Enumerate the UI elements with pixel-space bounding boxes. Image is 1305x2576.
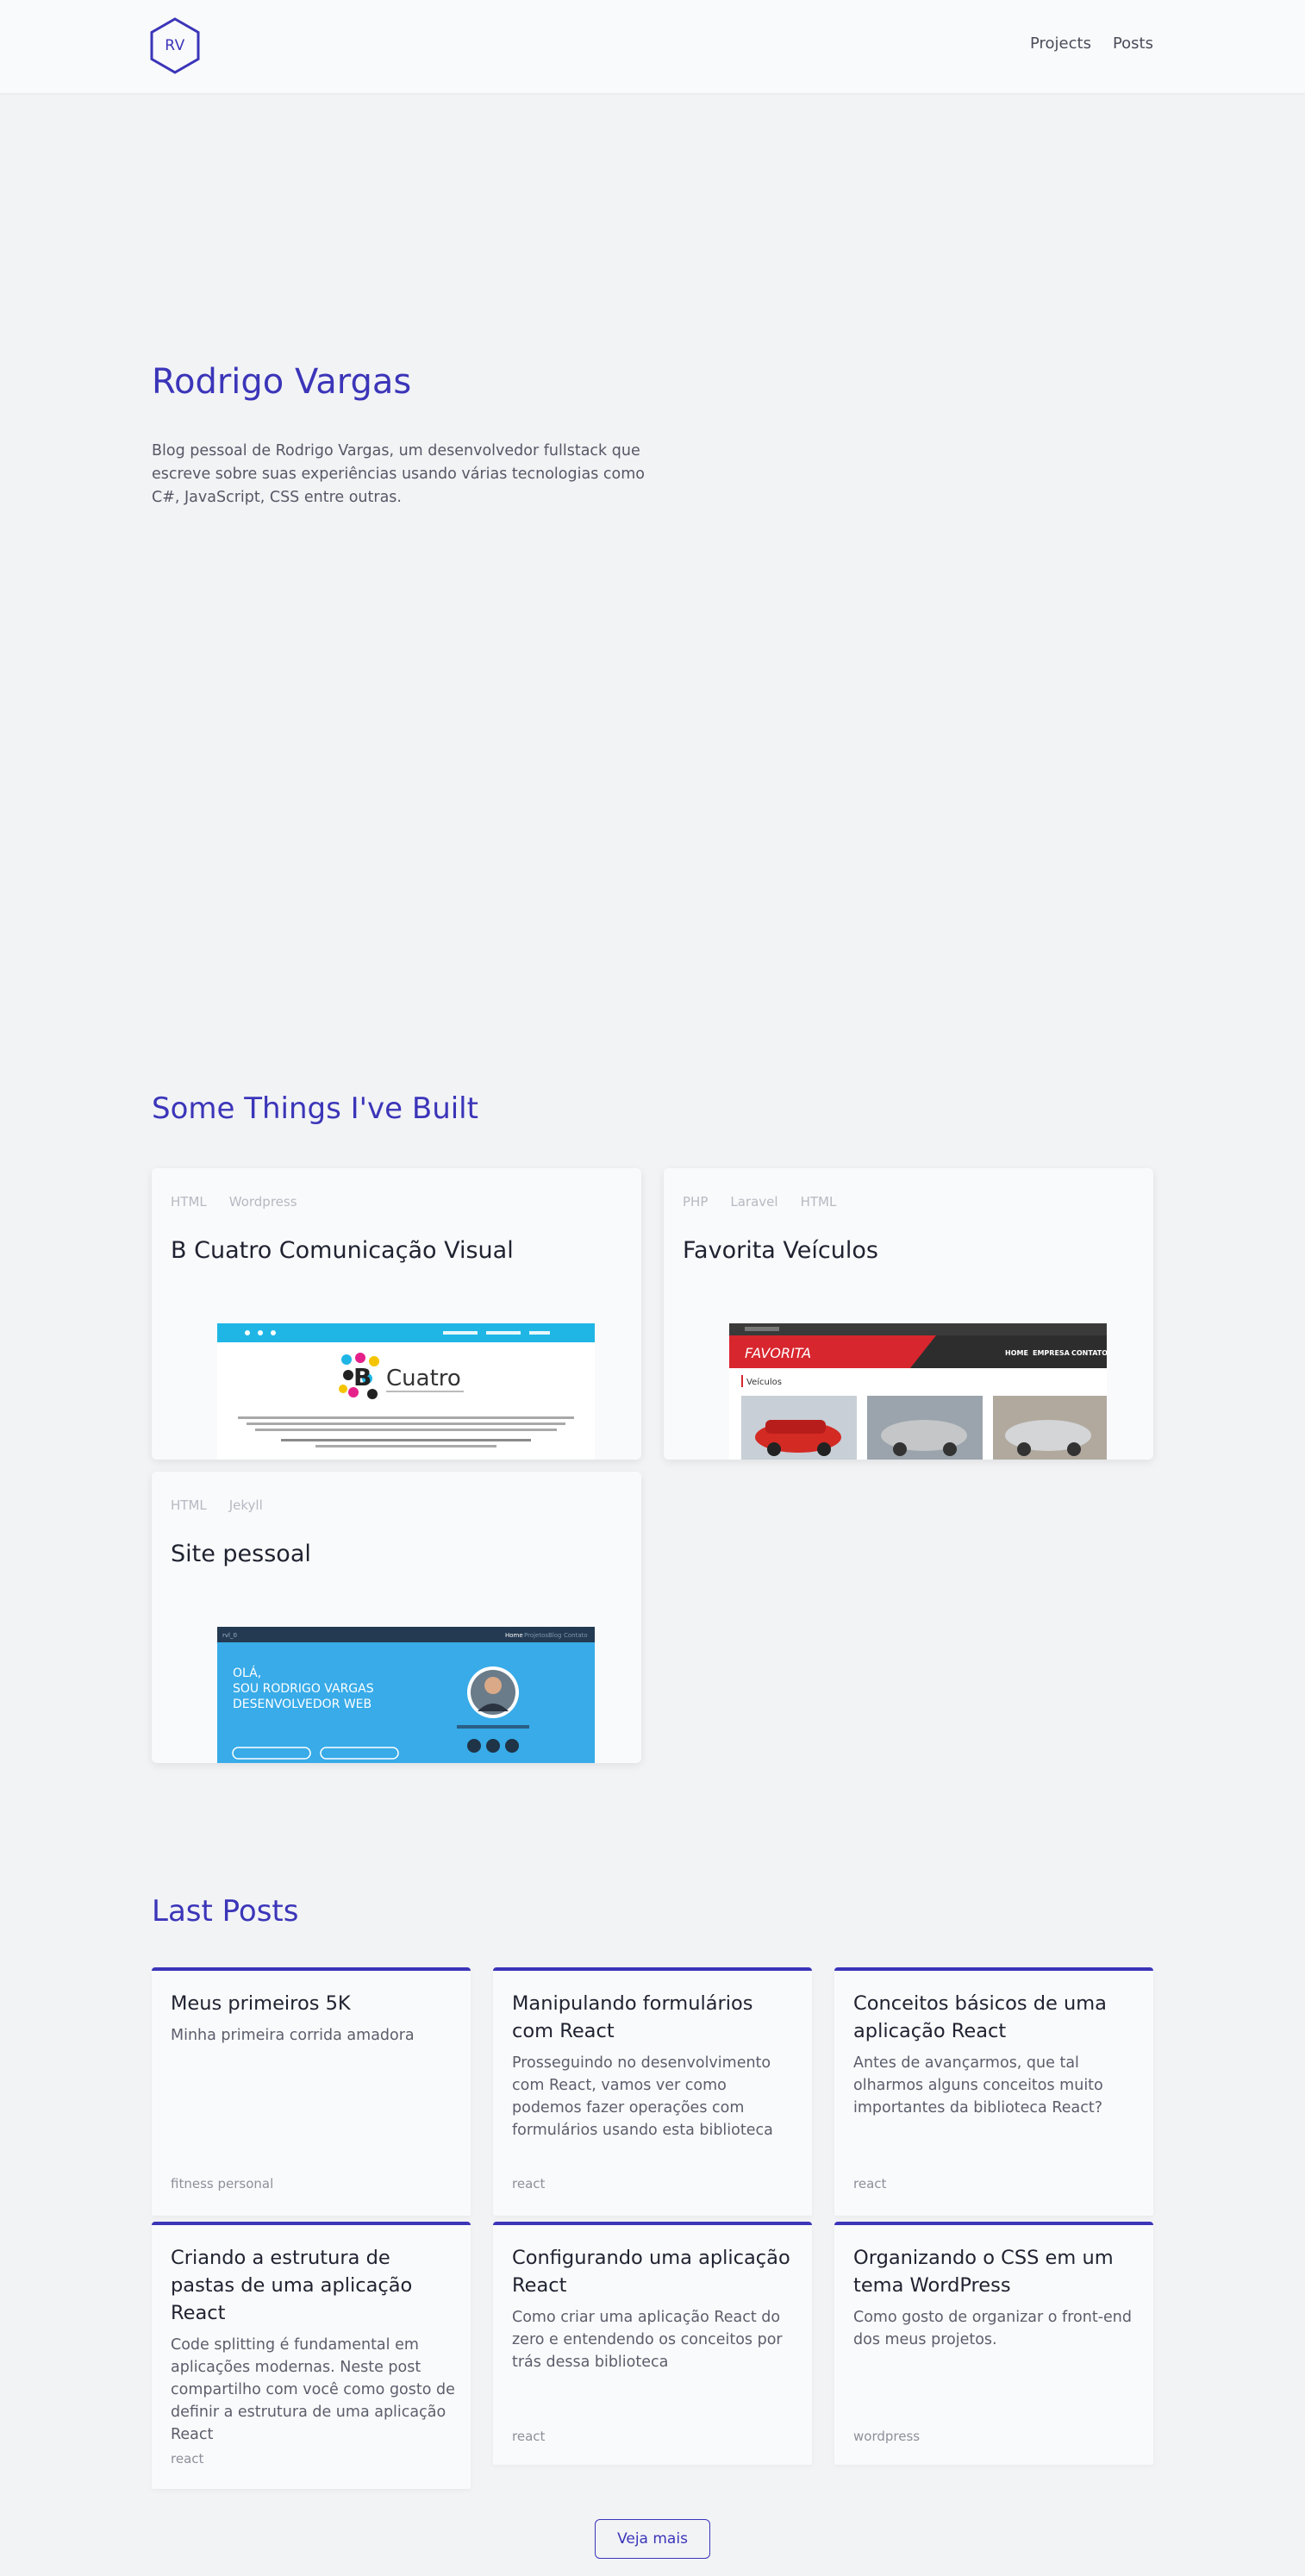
svg-text:rvl_0: rvl_0 [222, 1632, 237, 1639]
post-card[interactable]: Manipulando formulários com React Prosse… [493, 1967, 812, 2216]
project-card[interactable]: HTML Wordpress B Cuatro Comunicação Visu… [152, 1168, 641, 1460]
project-screenshot: FAVORITA HOME EMPRESA CONTATO Veículos [729, 1323, 1107, 1460]
project-title: B Cuatro Comunicação Visual [171, 1237, 514, 1264]
project-tags: PHP Laravel HTML [683, 1194, 836, 1210]
svg-text:OLÁ,: OLÁ, [233, 1666, 261, 1680]
svg-text:B: B [353, 1363, 372, 1391]
logo-text: RV [165, 37, 185, 54]
project-tag: HTML [171, 1497, 207, 1513]
logo-link[interactable]: RV [150, 17, 200, 74]
project-card[interactable]: HTML Jekyll Site pessoal rvl_0 Home Proj… [152, 1472, 641, 1763]
project-tag: PHP [683, 1194, 709, 1210]
project-screenshot: B Cuatro [217, 1323, 595, 1460]
post-description: Code splitting é fundamental em aplicaçõ… [171, 2336, 455, 2443]
svg-text:Cuatro: Cuatro [386, 1366, 461, 1391]
post-description: Antes de avançarmos, que tal olharmos al… [853, 2054, 1103, 2116]
post-tag: fitness personal [171, 2176, 274, 2191]
project-tags: HTML Jekyll [171, 1497, 263, 1513]
post-card[interactable]: Configurando uma aplicação React Como cr… [493, 2222, 812, 2465]
post-card[interactable]: Organizando o CSS em um tema WordPress C… [834, 2222, 1153, 2465]
posts-section-title: Last Posts [152, 1894, 299, 1929]
nav-projects-link[interactable]: Projects [1030, 34, 1091, 53]
svg-text:Contato: Contato [564, 1632, 588, 1639]
project-tag: Jekyll [228, 1497, 263, 1513]
post-tag: react [171, 2451, 204, 2467]
svg-text:Blog: Blog [548, 1632, 561, 1639]
svg-text:CONTATO: CONTATO [1071, 1349, 1107, 1357]
project-tag: Wordpress [228, 1194, 297, 1210]
project-tags: HTML Wordpress [171, 1194, 297, 1210]
post-description: Como criar uma aplicação React do zero e… [512, 2309, 783, 2371]
svg-text:Home: Home [505, 1632, 523, 1639]
post-card[interactable]: Meus primeiros 5K Minha primeira corrida… [152, 1967, 471, 2216]
svg-text:EMPRESA: EMPRESA [1033, 1349, 1071, 1357]
post-tag: react [512, 2176, 546, 2191]
see-more-button[interactable]: Veja mais [595, 2519, 710, 2559]
post-title: Meus primeiros 5K [171, 1992, 351, 2015]
project-screenshot: rvl_0 Home Projetos Blog Contato OLÁ, SO… [217, 1627, 595, 1763]
post-tag: react [853, 2176, 887, 2191]
project-title: Favorita Veículos [683, 1237, 878, 1264]
svg-text:DESENVOLVEDOR WEB: DESENVOLVEDOR WEB [233, 1698, 372, 1711]
svg-text:HOME: HOME [1005, 1349, 1028, 1357]
project-tag: Laravel [730, 1194, 778, 1210]
project-tag: HTML [800, 1194, 837, 1210]
hero-description: Blog pessoal de Rodrigo Vargas, um desen… [152, 442, 645, 506]
project-title: Site pessoal [171, 1541, 311, 1567]
post-description: Prosseguindo no desenvolvimento com Reac… [512, 2054, 773, 2139]
site-header: RV Projects Posts [0, 0, 1305, 93]
post-title: Configurando uma aplicação React [512, 2247, 790, 2297]
hero-title: Rodrigo Vargas [152, 362, 412, 402]
post-title: Criando a estrutura de pastas de uma apl… [171, 2247, 413, 2324]
project-card[interactable]: PHP Laravel HTML Favorita Veículos FAVOR… [664, 1168, 1153, 1460]
project-tag: HTML [171, 1194, 207, 1210]
post-description: Como gosto de organizar o front-end dos … [853, 2309, 1132, 2348]
post-title: Manipulando formulários com React [512, 1992, 753, 2042]
svg-text:SOU RODRIGO VARGAS: SOU RODRIGO VARGAS [233, 1682, 374, 1696]
post-card[interactable]: Conceitos básicos de uma aplicação React… [834, 1967, 1153, 2216]
main-nav: Projects Posts [1030, 34, 1153, 53]
nav-posts-link[interactable]: Posts [1113, 34, 1153, 53]
svg-text:Projetos: Projetos [524, 1632, 548, 1639]
projects-section-title: Some Things I've Built [152, 1091, 478, 1126]
post-tag: wordpress [853, 2429, 921, 2444]
svg-text:Veículos: Veículos [746, 1377, 782, 1387]
post-title: Conceitos básicos de uma aplicação React [853, 1992, 1107, 2042]
post-tag: react [512, 2429, 546, 2444]
post-description: Minha primeira corrida amadora [171, 2027, 415, 2044]
post-card[interactable]: Criando a estrutura de pastas de uma apl… [152, 2222, 471, 2489]
svg-text:FAVORITA: FAVORITA [745, 1345, 811, 1361]
post-title: Organizando o CSS em um tema WordPress [853, 2247, 1114, 2297]
